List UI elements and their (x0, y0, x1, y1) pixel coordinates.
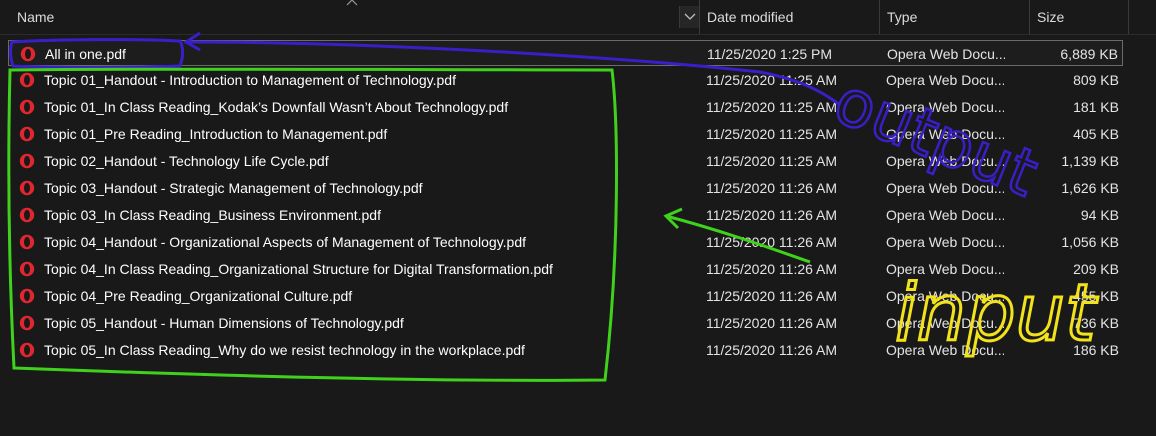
column-name-label: Name (17, 9, 55, 25)
file-name: Topic 03_Handout - Strategic Management … (44, 180, 423, 196)
file-row[interactable]: Topic 04_Pre Reading_Organizational Cult… (8, 283, 1123, 309)
opera-icon (19, 261, 35, 277)
opera-icon (19, 99, 35, 115)
opera-icon (19, 126, 35, 142)
opera-icon (19, 180, 35, 196)
file-name: Topic 01_In Class Reading_Kodak’s Downfa… (44, 99, 509, 115)
file-type: Opera Web Docu... (886, 72, 1004, 88)
file-name: Topic 05_In Class Reading_Why do we resi… (44, 342, 525, 358)
file-name: Topic 04_In Class Reading_Organizational… (44, 261, 553, 277)
file-size: 405 KB (1073, 126, 1119, 142)
file-size: 186 KB (1073, 342, 1119, 358)
column-name-header[interactable]: Name (10, 0, 680, 34)
column-size-header[interactable]: Size (1029, 0, 1129, 34)
file-size: 1,056 KB (1061, 234, 1119, 250)
file-row[interactable]: Topic 03_Handout - Strategic Management … (8, 175, 1123, 201)
file-size: 6,889 KB (1060, 46, 1118, 62)
opera-icon (19, 153, 35, 169)
file-type: Opera Web Docu... (886, 342, 1004, 358)
file-date: 11/25/2020 11:25 AM (706, 153, 838, 169)
file-date: 11/25/2020 11:26 AM (706, 288, 838, 304)
file-date: 11/25/2020 11:25 AM (706, 126, 838, 142)
opera-icon (19, 288, 35, 304)
file-date: 11/25/2020 1:25 PM (707, 46, 833, 62)
file-size: 1,139 KB (1061, 153, 1119, 169)
file-size: 809 KB (1073, 72, 1119, 88)
column-dropdown-button[interactable] (679, 6, 700, 28)
file-type: Opera Web Docu... (886, 99, 1004, 115)
opera-icon (19, 207, 35, 223)
file-size: 455 KB (1073, 288, 1119, 304)
column-type-header[interactable]: Type (879, 0, 1029, 34)
file-date: 11/25/2020 11:25 AM (706, 72, 838, 88)
file-size: 209 KB (1073, 261, 1119, 277)
file-date: 11/25/2020 11:26 AM (706, 234, 838, 250)
file-row[interactable]: Topic 04_In Class Reading_Organizational… (8, 256, 1123, 282)
file-date: 11/25/2020 11:26 AM (706, 207, 838, 223)
column-header: Name Date modified Type Size (0, 0, 1156, 35)
column-type-label: Type (887, 9, 918, 25)
opera-icon (20, 46, 36, 62)
file-row[interactable]: Topic 01_Pre Reading_Introduction to Man… (8, 121, 1123, 147)
file-type: Opera Web Docu... (886, 234, 1004, 250)
file-name: Topic 01_Handout - Introduction to Manag… (44, 72, 456, 88)
file-size: 94 KB (1080, 207, 1119, 223)
file-size: 181 KB (1073, 99, 1119, 115)
file-name: Topic 03_In Class Reading_Business Envir… (44, 207, 381, 223)
chevron-down-icon (684, 13, 696, 20)
file-row[interactable]: Topic 05_In Class Reading_Why do we resi… (8, 337, 1123, 363)
file-name: Topic 04_Handout - Organizational Aspect… (44, 234, 527, 250)
file-row[interactable]: Topic 03_In Class Reading_Business Envir… (8, 202, 1123, 228)
file-type: Opera Web Docu... (886, 126, 1004, 142)
file-row[interactable]: Topic 01_Handout - Introduction to Manag… (8, 67, 1123, 93)
file-type: Opera Web Docu... (886, 207, 1004, 223)
file-type: Opera Web Docu... (886, 288, 1004, 304)
file-name: Topic 02_Handout - Technology Life Cycle… (44, 153, 329, 169)
file-name: All in one.pdf (45, 46, 126, 62)
file-type: Opera Web Docu... (886, 315, 1004, 331)
file-type: Opera Web Docu... (886, 261, 1004, 277)
file-row[interactable]: Topic 01_In Class Reading_Kodak’s Downfa… (8, 94, 1123, 120)
column-date-label: Date modified (707, 9, 794, 25)
column-divider (1128, 0, 1129, 34)
file-type: Opera Web Docu... (887, 46, 1005, 62)
opera-icon (19, 315, 35, 331)
file-name: Topic 04_Pre Reading_Organizational Cult… (44, 288, 353, 304)
file-type: Opera Web Docu... (886, 153, 1004, 169)
file-type: Opera Web Docu... (886, 180, 1004, 196)
sort-ascending-icon (346, 0, 358, 6)
column-size-label: Size (1037, 9, 1065, 25)
opera-icon (19, 342, 35, 358)
file-date: 11/25/2020 11:26 AM (706, 342, 838, 358)
opera-icon (19, 234, 35, 250)
file-row[interactable]: All in one.pdf 11/25/2020 1:25 PM Opera We… (8, 40, 1123, 66)
file-row[interactable]: Topic 05_Handout - Human Dimensions of T… (8, 310, 1123, 336)
file-row[interactable]: Topic 02_Handout - Technology Life Cycle… (8, 148, 1123, 174)
file-date: 11/25/2020 11:26 AM (706, 180, 838, 196)
file-date: 11/25/2020 11:26 AM (706, 315, 838, 331)
file-name: Topic 01_Pre Reading_Introduction to Man… (44, 126, 388, 142)
file-size: 1,626 KB (1061, 180, 1119, 196)
file-row[interactable]: Topic 04_Handout - Organizational Aspect… (8, 229, 1123, 255)
opera-icon (19, 72, 35, 88)
file-date: 11/25/2020 11:25 AM (706, 99, 838, 115)
file-date: 11/25/2020 11:26 AM (706, 261, 838, 277)
file-size: 736 KB (1073, 315, 1119, 331)
column-date-header[interactable]: Date modified (699, 0, 879, 34)
file-name: Topic 05_Handout - Human Dimensions of T… (44, 315, 404, 331)
